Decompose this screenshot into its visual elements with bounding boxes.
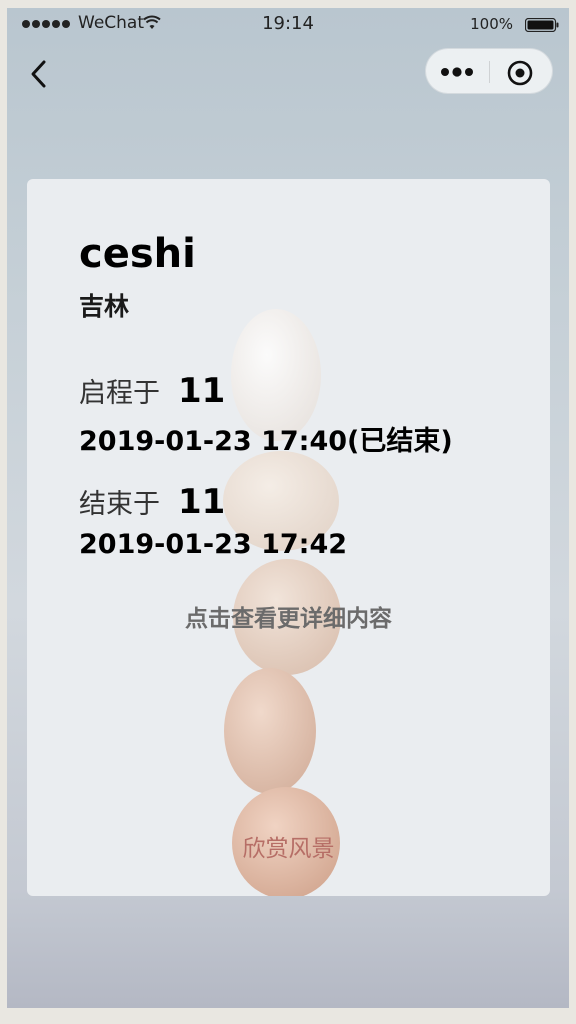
trip-location: 吉林 <box>79 292 130 321</box>
phone-screen: WeChat 19:14 100% ceshi 吉林 启程于 11 2019-0… <box>7 8 569 1008</box>
more-icon[interactable] <box>440 64 476 80</box>
start-value: 11 <box>178 371 226 411</box>
trip-title: ceshi <box>79 231 196 277</box>
end-label: 结束于 <box>79 489 160 520</box>
battery-percent: 100% <box>470 15 513 33</box>
start-row: 启程于 11 <box>79 371 225 411</box>
view-details-link[interactable]: 点击查看更详细内容 <box>27 599 550 633</box>
end-time: 2019-01-23 17:42 <box>79 529 348 560</box>
capsule-divider <box>489 61 490 83</box>
battery-icon <box>525 18 559 32</box>
close-target-icon[interactable] <box>506 59 534 87</box>
start-time: 2019-01-23 17:40(已结束) <box>79 426 453 457</box>
end-value: 11 <box>178 482 226 522</box>
status-bar: WeChat 19:14 100% <box>7 8 569 40</box>
start-label: 启程于 <box>79 378 160 409</box>
mini-program-capsule <box>425 48 553 94</box>
back-icon[interactable] <box>25 54 55 94</box>
trip-card: ceshi 吉林 启程于 11 2019-01-23 17:40(已结束) 结束于… <box>27 179 550 896</box>
end-row: 结束于 11 <box>79 482 225 522</box>
view-scenery-link[interactable]: 欣赏风景 <box>27 829 550 863</box>
